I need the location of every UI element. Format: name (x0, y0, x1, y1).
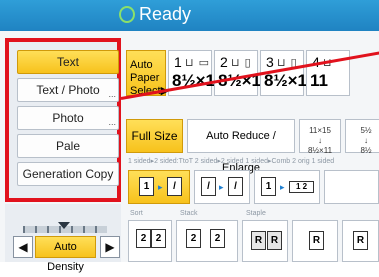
ratio-arrow-icon: ↓ (364, 136, 368, 145)
stack-icon: 2 (210, 229, 225, 248)
density-darker-button[interactable]: ▶ (100, 236, 120, 258)
staple-icon: R (353, 231, 368, 250)
duplex-1to2-button[interactable]: 1 ▸ / (128, 170, 190, 204)
stack-button[interactable]: 2 2 (176, 220, 238, 262)
ratio-shortcut-button[interactable]: 5½ ↓ 8½ (345, 119, 379, 155)
full-size-button[interactable]: Full Size (126, 119, 183, 153)
page-icon: 1 (139, 177, 154, 196)
tray-size: 11 (310, 71, 328, 90)
auto-density-label: Auto Density (47, 241, 84, 273)
mode-label: Pale (55, 139, 81, 153)
mode-label: Photo (52, 111, 84, 125)
original-type-panel: Text Text / Photo ... Photo ... Pale Gen… (5, 38, 121, 202)
sort-label: Sort (130, 210, 143, 217)
mode-text-button[interactable]: Text (17, 50, 119, 74)
staple-button[interactable]: R R (242, 220, 288, 262)
page-icon: / (201, 177, 216, 196)
stack-icon: 2 (186, 229, 201, 248)
mode-label: Text / Photo (36, 83, 100, 97)
page-icon: 1 2 (289, 181, 314, 193)
auto-reduce-enlarge-button[interactable]: Auto Reduce / Enlarge (187, 119, 295, 174)
arrow-right-icon: ▸ (158, 182, 163, 192)
mode-generation-copy-button[interactable]: Generation Copy (17, 162, 119, 186)
header-bar: Ready (0, 0, 379, 31)
left-arrow-icon: ◀ (18, 240, 28, 254)
staple-position-button[interactable]: R (342, 220, 379, 262)
combine-more-button[interactable] (324, 170, 379, 204)
tray-number: 1 (174, 54, 182, 70)
staple-label: Staple (246, 210, 266, 217)
page-icon: 1 (261, 177, 276, 196)
duplex-2to2-button[interactable]: / ▸ / (194, 170, 250, 204)
stack-label: Stack (180, 210, 198, 217)
more-icon: ... (108, 89, 116, 99)
ratio-to: 8½ (360, 146, 372, 155)
sort-icon: 2 (151, 229, 166, 248)
mode-pale-button[interactable]: Pale (17, 134, 119, 158)
ratio-from: 5½ (360, 126, 372, 135)
right-arrow-icon: ▶ (105, 240, 115, 254)
ratio-from: 11×15 (309, 126, 331, 135)
staple-position-button[interactable]: R (292, 220, 338, 262)
density-lighter-button[interactable]: ◀ (13, 236, 33, 258)
staple-icon: R (251, 231, 266, 250)
mode-photo-button[interactable]: Photo ... (17, 106, 119, 130)
staple-icon: R (267, 231, 282, 250)
combine-button[interactable]: 1 ▸ 1 2 (254, 170, 320, 204)
ratio-shortcut-button[interactable]: 11×15 ↓ 8½×11 (299, 119, 341, 155)
mode-label: Generation Copy (22, 167, 114, 181)
mode-label: Text (56, 55, 79, 69)
page-icon: / (167, 177, 182, 196)
sort-button[interactable]: 2 2 (128, 220, 172, 262)
staple-icon: R (309, 231, 324, 250)
tray-paper-icon: ⊔ ▭ (185, 57, 211, 69)
ready-status-icon (119, 6, 135, 23)
auto-density-button[interactable]: Auto Density (35, 236, 96, 273)
status-text: Ready (139, 4, 192, 24)
tray-number: 2 (220, 54, 228, 70)
full-size-label: Full Size (131, 129, 178, 143)
sort-icon: 2 (136, 229, 151, 248)
page-icon: / (228, 177, 243, 196)
ratio-to: 8½×11 (307, 146, 333, 155)
mode-text-photo-button[interactable]: Text / Photo ... (17, 78, 119, 102)
more-icon: ... (108, 117, 116, 127)
tray-number: 3 (266, 54, 274, 70)
duplex-labels: 1 sided▸2 sided:TtoT 2 sided▸2 sided 1 s… (128, 158, 335, 165)
arrow-right-icon: ▸ (280, 182, 285, 192)
ratio-arrow-icon: ↓ (318, 136, 322, 145)
density-marker-icon (58, 222, 70, 229)
tray-paper-icon: ⊔ ▯ (231, 57, 252, 69)
arrow-right-icon: ▸ (219, 182, 224, 192)
